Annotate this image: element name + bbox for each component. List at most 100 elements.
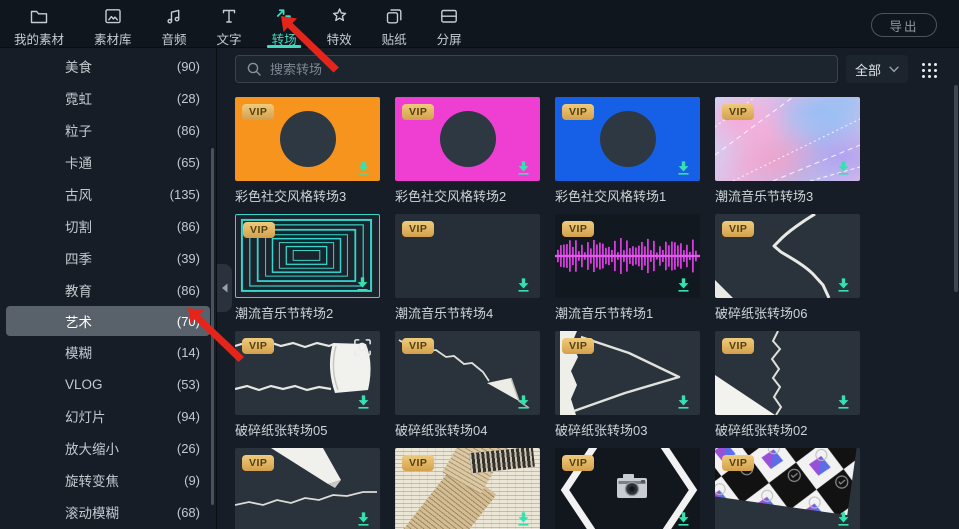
transition-thumbnail[interactable]: VIP bbox=[555, 331, 700, 415]
download-icon[interactable] bbox=[835, 393, 852, 410]
transition-card[interactable]: VIP 破碎纸张转场05 bbox=[235, 331, 380, 448]
transition-card[interactable]: VIP 彩色社交风格转场3 bbox=[235, 97, 380, 214]
sidebar-item-education[interactable]: 教育 (86) bbox=[0, 274, 216, 306]
transition-title: 潮流音乐节转场4 bbox=[395, 306, 494, 321]
tab-splitscreen[interactable]: 分屏 bbox=[437, 0, 462, 48]
transition-thumbnail[interactable]: VIP bbox=[235, 97, 380, 181]
transition-card[interactable]: VIP 潮流音乐节转场1 bbox=[555, 214, 700, 331]
download-icon[interactable] bbox=[835, 276, 852, 293]
vip-badge: VIP bbox=[562, 221, 595, 237]
transition-title: 彩色社交风格转场3 bbox=[235, 189, 347, 204]
download-icon[interactable] bbox=[515, 393, 532, 410]
transition-thumbnail[interactable]: VIP bbox=[555, 214, 700, 298]
sidebar-item-particle[interactable]: 粒子 (86) bbox=[0, 114, 216, 146]
transition-card[interactable]: VIP bbox=[715, 448, 860, 529]
transition-thumbnail[interactable]: VIP bbox=[235, 448, 380, 529]
sidebar-item-ancient[interactable]: 古风 (135) bbox=[0, 178, 216, 210]
transition-card[interactable]: VIP 彩色社交风格转场2 bbox=[395, 97, 540, 214]
transition-thumbnail[interactable]: VIP bbox=[395, 214, 540, 298]
sidebar-scrollbar[interactable] bbox=[211, 148, 214, 505]
search-input[interactable] bbox=[270, 61, 827, 77]
nav-tabs: 我的素材 素材库 音频 文字 转场 特效 贴纸 分屏 bbox=[0, 0, 959, 48]
media-library-icon bbox=[103, 6, 123, 26]
transition-card[interactable]: VIP 潮流音乐节转场4 bbox=[395, 214, 540, 331]
sidebar-item-blur[interactable]: 模糊 (14) bbox=[0, 336, 216, 368]
tab-transitions[interactable]: 转场 bbox=[267, 0, 302, 48]
transition-title: 破碎纸张转场02 bbox=[715, 423, 808, 438]
transition-card[interactable]: VIP bbox=[235, 448, 380, 529]
tab-my-media[interactable]: 我的素材 bbox=[14, 0, 64, 48]
download-icon[interactable] bbox=[515, 159, 532, 176]
download-icon[interactable] bbox=[515, 276, 532, 293]
transition-card[interactable]: VIP 破碎纸张转场04 bbox=[395, 331, 540, 448]
transitions-icon bbox=[274, 6, 294, 26]
tab-stickers[interactable]: 贴纸 bbox=[382, 0, 407, 48]
tab-media-library[interactable]: 素材库 bbox=[94, 0, 132, 48]
content-scrollbar[interactable] bbox=[954, 85, 958, 292]
transition-thumbnail[interactable]: VIP bbox=[555, 97, 700, 181]
grid-view-button[interactable] bbox=[917, 58, 941, 82]
preview-zoom-icon[interactable] bbox=[352, 337, 373, 358]
tab-text[interactable]: 文字 bbox=[217, 0, 242, 48]
transition-thumbnail[interactable]: VIP bbox=[395, 448, 540, 529]
transition-thumbnail[interactable]: VIP bbox=[235, 331, 380, 415]
tab-effects[interactable]: 特效 bbox=[327, 0, 352, 48]
sidebar-item-cut[interactable]: 切割 (86) bbox=[0, 210, 216, 242]
sidebar-item-slideshow[interactable]: 幻灯片 (94) bbox=[0, 400, 216, 432]
tab-label: 音频 bbox=[161, 33, 187, 47]
download-icon[interactable] bbox=[355, 159, 372, 176]
download-icon[interactable] bbox=[675, 159, 692, 176]
tab-audio[interactable]: 音频 bbox=[162, 0, 187, 48]
transition-thumbnail[interactable]: VIP bbox=[715, 448, 860, 529]
transition-card[interactable]: VIP 破碎纸张转场06 bbox=[715, 214, 860, 331]
sidebar-item-cartoon[interactable]: 卡通 (65) bbox=[0, 146, 216, 178]
download-icon[interactable] bbox=[675, 276, 692, 293]
download-icon[interactable] bbox=[354, 275, 371, 292]
transition-card[interactable]: VIP bbox=[555, 448, 700, 529]
transition-title: 破碎纸张转场06 bbox=[715, 306, 808, 321]
transition-title: 彩色社交风格转场1 bbox=[555, 189, 667, 204]
download-icon[interactable] bbox=[355, 393, 372, 410]
download-icon[interactable] bbox=[355, 510, 372, 527]
circle-graphic bbox=[599, 111, 656, 167]
export-button[interactable]: 导出 bbox=[871, 13, 937, 37]
download-icon[interactable] bbox=[675, 510, 692, 527]
transition-card[interactable]: VIP 破碎纸张转场02 bbox=[715, 331, 860, 448]
vip-badge: VIP bbox=[242, 455, 275, 471]
transition-card[interactable]: VIP bbox=[395, 448, 540, 529]
vip-badge: VIP bbox=[402, 104, 435, 120]
transition-card[interactable]: VIP 破碎纸张转场03 bbox=[555, 331, 700, 448]
sidebar-item-rolling-blur[interactable]: 滚动模糊 (68) bbox=[0, 496, 216, 528]
filter-dropdown[interactable]: 全部 bbox=[846, 55, 908, 83]
sidebar-item-neon[interactable]: 霓虹 (28) bbox=[0, 82, 216, 114]
download-icon[interactable] bbox=[835, 159, 852, 176]
search-bar[interactable] bbox=[235, 55, 838, 83]
sidebar-collapse-handle[interactable] bbox=[217, 264, 232, 312]
sidebar-item-zoom[interactable]: 放大缩小 (26) bbox=[0, 432, 216, 464]
transition-card[interactable]: VIP 彩色社交风格转场1 bbox=[555, 97, 700, 214]
transition-thumbnail[interactable]: VIP bbox=[555, 448, 700, 529]
sidebar-item-art-selected[interactable]: 艺术 (70) bbox=[6, 306, 210, 336]
transition-card[interactable]: VIP 潮流音乐节转场2 bbox=[235, 214, 380, 331]
sidebar-item-vlog[interactable]: VLOG (53) bbox=[0, 368, 216, 400]
transition-thumbnail[interactable]: VIP bbox=[715, 214, 860, 298]
transition-thumbnail[interactable]: VIP bbox=[715, 331, 860, 415]
transition-title: 破碎纸张转场03 bbox=[555, 423, 648, 438]
transition-title: 破碎纸张转场04 bbox=[395, 423, 488, 438]
download-icon[interactable] bbox=[835, 510, 852, 527]
sidebar-item-spin-zoom[interactable]: 旋转变焦 (9) bbox=[0, 464, 216, 496]
folder-icon bbox=[29, 6, 49, 26]
download-icon[interactable] bbox=[515, 510, 532, 527]
transition-thumbnail[interactable]: VIP bbox=[395, 331, 540, 415]
download-icon[interactable] bbox=[675, 393, 692, 410]
transition-card[interactable]: VIP 潮流音乐节转场3 bbox=[715, 97, 860, 214]
transitions-grid: VIP 彩色社交风格转场3 VIP 彩色社交风格转场2 VIP 彩色社交风格转场… bbox=[235, 97, 860, 529]
transition-thumbnail[interactable]: VIP bbox=[235, 214, 380, 298]
transition-thumbnail[interactable]: VIP bbox=[395, 97, 540, 181]
top-navigation-bar: 我的素材 素材库 音频 文字 转场 特效 贴纸 分屏 导出 bbox=[0, 0, 959, 48]
sidebar-item-food[interactable]: 美食 (90) bbox=[0, 50, 216, 82]
transition-thumbnail[interactable]: VIP bbox=[715, 97, 860, 181]
transition-title: 潮流音乐节转场3 bbox=[715, 189, 814, 204]
sidebar-item-seasons[interactable]: 四季 (39) bbox=[0, 242, 216, 274]
grid-view-icon bbox=[921, 62, 937, 78]
